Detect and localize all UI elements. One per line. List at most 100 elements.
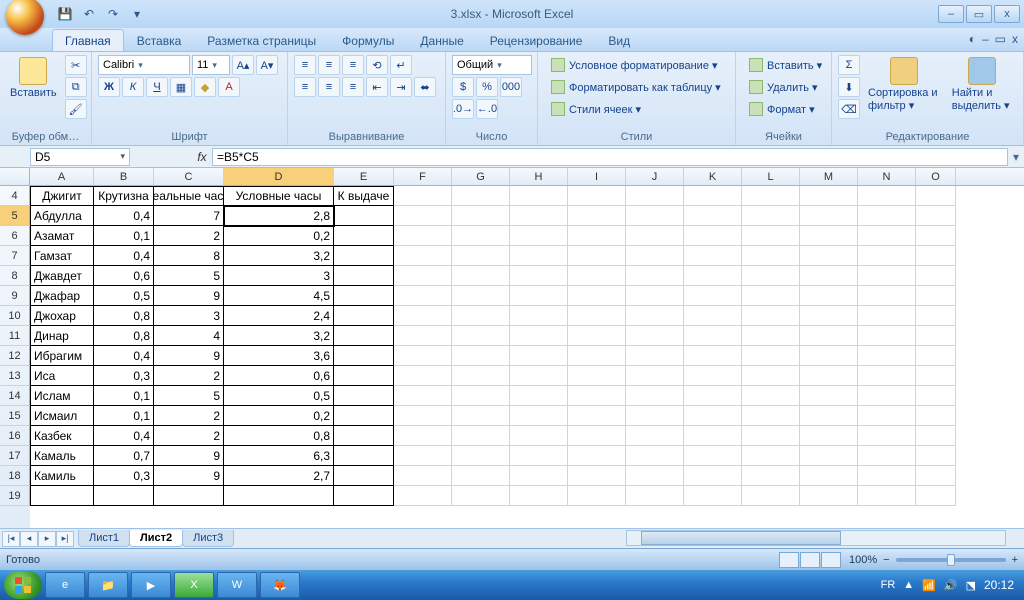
cell-L4[interactable] (742, 186, 800, 206)
format-painter-button[interactable]: 🖌 (65, 99, 87, 119)
sheet-tab-Лист1[interactable]: Лист1 (78, 530, 130, 547)
insert-cells-button[interactable]: Вставить ▾ (742, 55, 829, 75)
cell-M19[interactable] (800, 486, 858, 506)
clear-button[interactable]: ⌫ (838, 99, 860, 119)
horizontal-scrollbar[interactable] (626, 530, 1006, 546)
cell-J17[interactable] (626, 446, 684, 466)
cell-M18[interactable] (800, 466, 858, 486)
maximize-button[interactable]: ▭ (966, 5, 992, 23)
cell-G7[interactable] (452, 246, 510, 266)
cell-F17[interactable] (394, 446, 452, 466)
redo-icon[interactable]: ↷ (104, 5, 122, 23)
cell-G13[interactable] (452, 366, 510, 386)
formula-input[interactable]: =B5*C5 (212, 148, 1008, 166)
cell-E4[interactable]: К выдаче (334, 186, 394, 206)
cell-K5[interactable] (684, 206, 742, 226)
cell-A7[interactable]: Гамзат (30, 246, 94, 266)
cell-C4[interactable]: Реальные часы (154, 186, 224, 206)
cell-F8[interactable] (394, 266, 452, 286)
cell-F10[interactable] (394, 306, 452, 326)
select-all-corner[interactable] (0, 168, 30, 185)
cell-D18[interactable]: 2,7 (224, 466, 334, 486)
cell-A5[interactable]: Абдулла (30, 206, 94, 226)
cell-C16[interactable]: 2 (154, 426, 224, 446)
currency-button[interactable]: $ (452, 77, 474, 97)
cell-M6[interactable] (800, 226, 858, 246)
close-button[interactable]: x (994, 5, 1020, 23)
cell-M15[interactable] (800, 406, 858, 426)
decrease-indent-button[interactable]: ⇤ (366, 77, 388, 97)
cell-A15[interactable]: Исмаил (30, 406, 94, 426)
cell-I14[interactable] (568, 386, 626, 406)
cell-M17[interactable] (800, 446, 858, 466)
cell-J8[interactable] (626, 266, 684, 286)
scrollbar-thumb[interactable] (641, 531, 841, 545)
align-top-button[interactable]: ≡ (294, 55, 316, 75)
tab-formulas[interactable]: Формулы (329, 29, 407, 51)
cell-G6[interactable] (452, 226, 510, 246)
cell-A16[interactable]: Казбек (30, 426, 94, 446)
cell-M9[interactable] (800, 286, 858, 306)
number-format-combo[interactable]: Общий▾ (452, 55, 532, 75)
cell-H8[interactable] (510, 266, 568, 286)
cell-M11[interactable] (800, 326, 858, 346)
cell-K7[interactable] (684, 246, 742, 266)
cell-E6[interactable] (334, 226, 394, 246)
cell-F7[interactable] (394, 246, 452, 266)
cell-D16[interactable]: 0,8 (224, 426, 334, 446)
autosum-button[interactable]: Σ (838, 55, 860, 75)
cell-H6[interactable] (510, 226, 568, 246)
cell-I8[interactable] (568, 266, 626, 286)
cell-L9[interactable] (742, 286, 800, 306)
cell-G10[interactable] (452, 306, 510, 326)
cell-A17[interactable]: Камаль (30, 446, 94, 466)
cell-N5[interactable] (858, 206, 916, 226)
cell-N10[interactable] (858, 306, 916, 326)
cell-L18[interactable] (742, 466, 800, 486)
col-header-M[interactable]: M (800, 168, 858, 185)
row-header-19[interactable]: 19 (0, 486, 30, 506)
cell-G19[interactable] (452, 486, 510, 506)
col-header-A[interactable]: A (30, 168, 94, 185)
cell-C15[interactable]: 2 (154, 406, 224, 426)
cell-J18[interactable] (626, 466, 684, 486)
cell-C18[interactable]: 9 (154, 466, 224, 486)
cells-area[interactable]: ДжигитКрутизнаРеальные часыУсловные часы… (30, 186, 1024, 528)
font-color-button[interactable]: A (218, 77, 240, 97)
cell-H18[interactable] (510, 466, 568, 486)
cell-O6[interactable] (916, 226, 956, 246)
cell-K17[interactable] (684, 446, 742, 466)
cell-C12[interactable]: 9 (154, 346, 224, 366)
cell-K14[interactable] (684, 386, 742, 406)
tab-data[interactable]: Данные (407, 29, 476, 51)
minimize-button[interactable]: – (938, 5, 964, 23)
cell-G18[interactable] (452, 466, 510, 486)
cell-K16[interactable] (684, 426, 742, 446)
cell-I19[interactable] (568, 486, 626, 506)
cell-G12[interactable] (452, 346, 510, 366)
fill-color-button[interactable]: ◆ (194, 77, 216, 97)
taskbar-media-button[interactable]: ▶ (131, 572, 171, 598)
cell-G15[interactable] (452, 406, 510, 426)
cell-C13[interactable]: 2 (154, 366, 224, 386)
cell-C14[interactable]: 5 (154, 386, 224, 406)
row-header-10[interactable]: 10 (0, 306, 30, 326)
cell-N19[interactable] (858, 486, 916, 506)
merge-center-button[interactable]: ⬌ (414, 77, 436, 97)
tab-home[interactable]: Главная (52, 29, 124, 51)
cell-I13[interactable] (568, 366, 626, 386)
cell-B18[interactable]: 0,3 (94, 466, 154, 486)
cell-O13[interactable] (916, 366, 956, 386)
cell-M8[interactable] (800, 266, 858, 286)
taskbar-word-button[interactable]: W (217, 572, 257, 598)
cell-L17[interactable] (742, 446, 800, 466)
cell-B7[interactable]: 0,4 (94, 246, 154, 266)
cell-D13[interactable]: 0,6 (224, 366, 334, 386)
mdi-close-icon[interactable]: x (1012, 32, 1018, 46)
cell-G8[interactable] (452, 266, 510, 286)
cell-M5[interactable] (800, 206, 858, 226)
cell-O4[interactable] (916, 186, 956, 206)
row-header-16[interactable]: 16 (0, 426, 30, 446)
col-header-O[interactable]: O (916, 168, 956, 185)
taskbar-firefox-button[interactable]: 🦊 (260, 572, 300, 598)
